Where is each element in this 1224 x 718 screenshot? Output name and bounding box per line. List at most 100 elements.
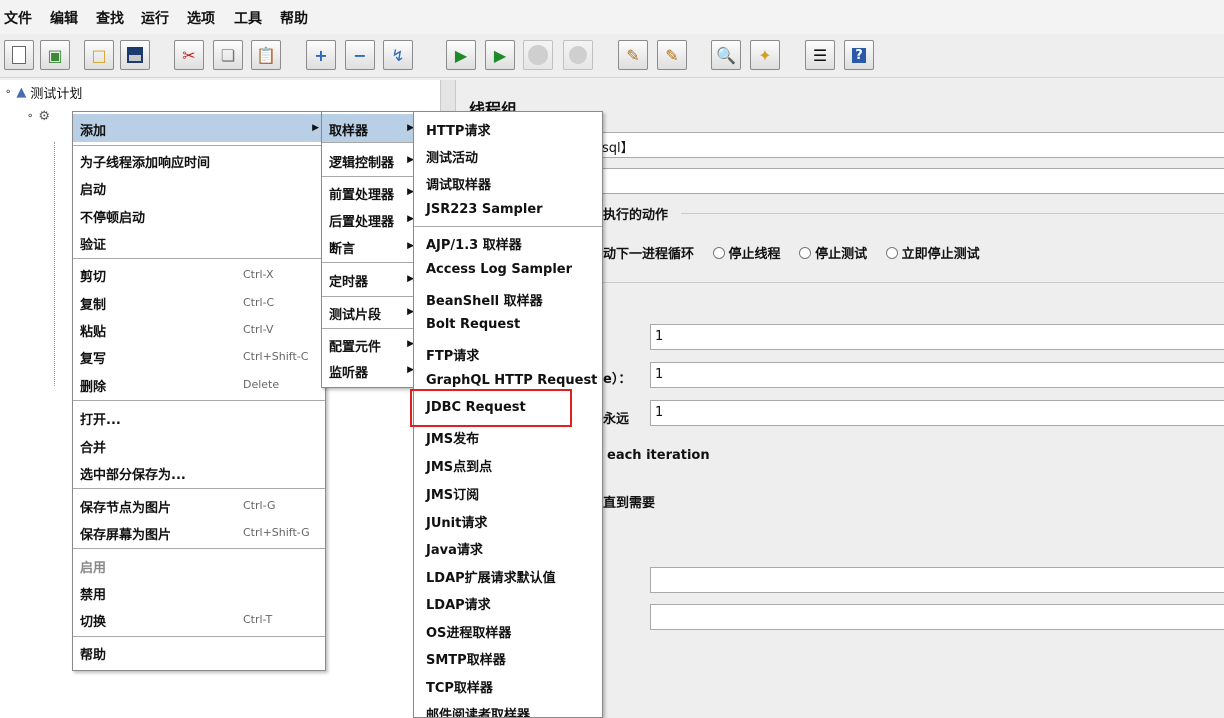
menu-item-shortcut: Ctrl+Shift-G [243,526,310,539]
sampler-access-log[interactable]: Access Log Sampler [414,258,602,284]
submenu-item-sampler[interactable]: 取样器 ▶ [322,114,420,142]
submenu-item-config-element[interactable]: 配置元件 ▶ [322,332,420,358]
menu-item-save-node-image[interactable]: 保存节点为图片 Ctrl-G [73,493,325,519]
menu-item-add[interactable]: 添加 ▶ [73,114,325,142]
start-icon[interactable]: ▶ [446,40,476,70]
menu-file[interactable]: 文件 [4,8,32,28]
menu-search[interactable]: 查找 [96,8,124,28]
sampler-bolt[interactable]: Bolt Request [414,313,602,339]
expand-handle-icon[interactable]: ⚬ [4,87,12,98]
menu-run[interactable]: 运行 [141,8,169,28]
menu-item-toggle[interactable]: 切换 Ctrl-T [73,607,325,633]
menu-item-label: JMS订阅 [426,488,480,503]
menu-tools[interactable]: 工具 [234,8,262,28]
menu-item-help[interactable]: 帮助 [73,640,325,666]
sampler-os-process[interactable]: OS进程取样器 [414,618,602,644]
comments-field[interactable] [597,168,1224,194]
menu-item-save-screen-image[interactable]: 保存屏幕为图片 Ctrl+Shift-G [73,520,325,546]
radio-stop-test[interactable]: 停止测试 [799,247,867,262]
templates-icon[interactable]: ▣ [40,40,70,70]
menu-item-label: AJP/1.3 取样器 [426,238,522,253]
menu-options[interactable]: 选项 [187,8,215,28]
paste-icon[interactable]: 📋 [251,40,281,70]
sampler-junit[interactable]: JUnit请求 [414,508,602,534]
menu-item-open[interactable]: 打开... [73,405,325,431]
sampler-java[interactable]: Java请求 [414,535,602,561]
search-icon[interactable]: 🔍 [711,40,741,70]
sampler-ldap-extended[interactable]: LDAP扩展请求默认值 [414,563,602,589]
menu-item-disable[interactable]: 禁用 [73,580,325,606]
sampler-debug[interactable]: 调试取样器 [414,170,602,196]
duration-field[interactable] [650,567,1224,593]
sampler-ftp[interactable]: FTP请求 [414,341,602,367]
save-icon[interactable] [120,40,150,70]
toggle-icon[interactable]: ↯ [383,40,413,70]
menu-item-paste[interactable]: 粘贴 Ctrl-V [73,317,325,343]
menu-edit[interactable]: 编辑 [50,8,78,28]
menu-bar: 文件 编辑 查找 运行 选项 工具 帮助 [0,0,1224,34]
radio-stop-thread[interactable]: 停止线程 [712,247,781,262]
loop-count-field[interactable]: 1 [650,400,1224,426]
menu-item-start-no-pause[interactable]: 不停顿启动 [73,203,325,229]
menu-item-duplicate[interactable]: 复写 Ctrl+Shift-C [73,344,325,370]
new-icon[interactable] [4,40,34,70]
gear-icon: ⚙ [38,109,51,124]
menu-item-shortcut: Ctrl-G [243,499,276,512]
submenu-item-logic-controller[interactable]: 逻辑控制器 ▶ [322,148,420,174]
sampler-jms-point-to-point[interactable]: JMS点到点 [414,452,602,478]
collapse-icon[interactable]: − [345,40,375,70]
tree-node-test-plan[interactable]: ⚬ ▲ 测试计划 [4,83,82,102]
sampler-http-request[interactable]: HTTP请求 [414,116,602,142]
radio-stop-test-label: 停止测试 [815,247,868,262]
menu-item-save-selection-as[interactable]: 选中部分保存为... [73,460,325,486]
sampler-jms-subscriber[interactable]: JMS订阅 [414,480,602,506]
threads-field[interactable]: 1 [650,324,1224,350]
start-no-pause-icon[interactable]: ▶ [485,40,515,70]
help-icon[interactable]: ? [844,40,874,70]
name-field-value: sql】 [602,141,634,156]
sampler-jms-publisher[interactable]: JMS发布 [414,424,602,450]
submenu-item-assertion[interactable]: 断言 ▶ [322,234,420,260]
menu-item-merge[interactable]: 合并 [73,433,325,459]
menu-item-add-response-time[interactable]: 为子线程添加响应时间 [73,148,325,174]
tree-node-thread-group[interactable]: ⚬ ⚙ [26,109,50,124]
sampler-ldap[interactable]: LDAP请求 [414,590,602,616]
open-icon[interactable]: □ [84,40,114,70]
menu-item-start[interactable]: 启动 [73,175,325,201]
sampler-jsr223[interactable]: JSR223 Sampler [414,198,602,224]
menu-item-validate[interactable]: 验证 [73,230,325,256]
sampler-mail-reader[interactable]: 邮件阅读者取样器 [414,700,602,717]
clear-icon[interactable]: ✎ [618,40,648,70]
sampler-smtp[interactable]: SMTP取样器 [414,645,602,671]
reset-search-icon[interactable]: ✦ [750,40,780,70]
menu-item-enable[interactable]: 启用 [73,553,325,579]
shutdown-icon[interactable] [563,40,593,70]
sampler-tcp[interactable]: TCP取样器 [414,673,602,699]
sampler-test-action[interactable]: 测试活动 [414,143,602,169]
menu-help[interactable]: 帮助 [280,8,308,28]
radio-stop-now[interactable]: 立即停止测试 [885,247,980,262]
menu-item-shortcut: Ctrl+Shift-C [243,350,309,363]
sampler-beanshell[interactable]: BeanShell 取样器 [414,286,602,312]
stop-icon[interactable] [523,40,553,70]
name-field[interactable]: sql】 [597,132,1224,158]
submenu-arrow-icon: ▶ [312,123,319,133]
menu-item-copy[interactable]: 复制 Ctrl-C [73,290,325,316]
submenu-item-timer[interactable]: 定时器 ▶ [322,267,420,293]
menu-item-cut[interactable]: 剪切 Ctrl-X [73,262,325,288]
clear-all-icon[interactable]: ✎ [657,40,687,70]
radio-next-loop-label[interactable]: 动下一进程循环 [603,247,694,262]
rampup-field[interactable]: 1 [650,362,1224,388]
copy-icon[interactable]: ❏ [213,40,243,70]
cut-icon[interactable]: ✂ [174,40,204,70]
function-helper-icon[interactable]: ☰ [805,40,835,70]
expand-handle-icon[interactable]: ⚬ [26,111,34,122]
menu-item-delete[interactable]: 删除 Delete [73,372,325,398]
submenu-item-post-processor[interactable]: 后置处理器 ▶ [322,207,420,233]
sampler-ajp[interactable]: AJP/1.3 取样器 [414,230,602,256]
startup-delay-field[interactable] [650,604,1224,630]
expand-icon[interactable]: + [306,40,336,70]
submenu-item-pre-processor[interactable]: 前置处理器 ▶ [322,180,420,206]
submenu-item-test-fragment[interactable]: 测试片段 ▶ [322,300,420,326]
submenu-item-listener[interactable]: 监听器 ▶ [322,358,420,384]
